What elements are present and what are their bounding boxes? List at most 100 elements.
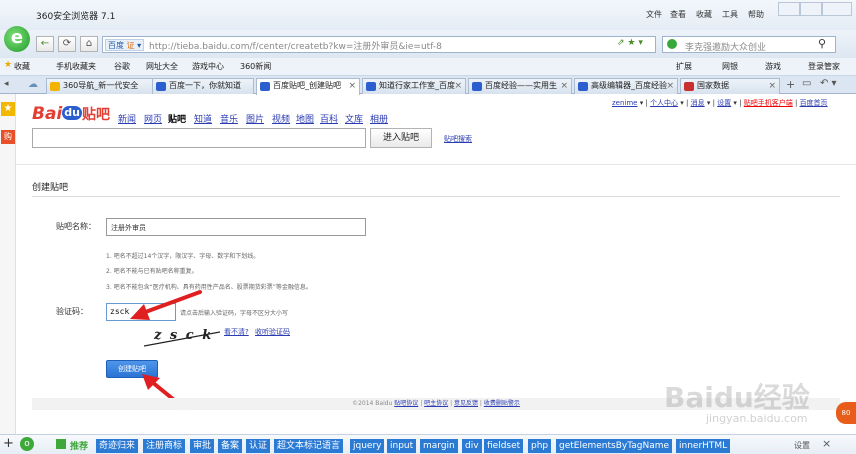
nav-map[interactable]: 地图 bbox=[296, 112, 314, 125]
settings-link[interactable]: 设置 bbox=[717, 99, 731, 107]
nav-music[interactable]: 音乐 bbox=[220, 112, 238, 125]
nav-video[interactable]: 视频 bbox=[272, 112, 290, 125]
menu-tools[interactable]: 工具 bbox=[722, 9, 738, 20]
status-tag[interactable]: innerHTML bbox=[676, 439, 731, 453]
username-link[interactable]: zenime bbox=[612, 99, 638, 107]
undo-close-icon[interactable]: ↶ ▾ bbox=[820, 78, 837, 89]
refresh-button[interactable]: ⟳ bbox=[58, 36, 76, 52]
captcha-refresh-link[interactable]: 看不清? bbox=[224, 327, 249, 337]
menu-help[interactable]: 帮助 bbox=[748, 9, 764, 20]
fav-item-games[interactable]: 游戏中心 bbox=[192, 61, 224, 72]
menu-view[interactable]: 查看 bbox=[670, 9, 686, 20]
footer-link-paid-delete[interactable]: 收费删贴警示 bbox=[484, 400, 520, 407]
tab-stats[interactable]: 国家数据 × bbox=[680, 78, 780, 94]
tab-scroll-left-icon[interactable]: ◂ bbox=[4, 79, 9, 89]
status-tag[interactable]: input bbox=[387, 439, 417, 453]
search-text[interactable]: 李克强邀励大众创业 bbox=[685, 40, 766, 53]
nav-album[interactable]: 相册 bbox=[370, 112, 388, 125]
tab-list-icon[interactable]: ▭ bbox=[802, 78, 811, 89]
status-settings[interactable]: 设置 bbox=[794, 440, 810, 451]
window-maximize-button[interactable] bbox=[800, 2, 822, 16]
back-button[interactable]: ← bbox=[36, 36, 54, 52]
address-url[interactable]: http://tieba.baidu.com/f/center/createtb… bbox=[149, 39, 442, 52]
recommend-icon bbox=[56, 439, 66, 449]
window-minimize-button[interactable] bbox=[778, 2, 800, 16]
baidu-home-link[interactable]: 百度首页 bbox=[800, 99, 828, 107]
fav-item-mobile[interactable]: 手机收藏夹 bbox=[56, 61, 96, 72]
page-action-icons[interactable]: ⇗ ★ ▾ bbox=[617, 38, 643, 48]
footer-link-agreement[interactable]: 贴吧协议 bbox=[394, 400, 418, 407]
mobile-client-link[interactable]: 贴吧手机客户端 bbox=[744, 99, 793, 107]
status-tag[interactable]: 注册商标 bbox=[143, 439, 186, 453]
status-close-icon[interactable]: × bbox=[822, 437, 831, 450]
browser-nav-bar: ← ⟳ ⌂ 百度 证 ▾ http://tieba.baidu.com/f/ce… bbox=[0, 30, 856, 58]
enter-tieba-button[interactable]: 进入贴吧 bbox=[370, 128, 432, 148]
tab-360nav[interactable]: 360导航_新一代安全 bbox=[46, 78, 160, 94]
fav-item-360news[interactable]: 360新闻 bbox=[240, 61, 271, 72]
captcha-audio-link[interactable]: 收听验证码 bbox=[255, 327, 290, 337]
nav-zhidao[interactable]: 知道 bbox=[194, 112, 212, 125]
tab-close-icon[interactable]: × bbox=[666, 79, 674, 93]
tab-create-tieba[interactable]: 百度贴吧_创建贴吧 × bbox=[256, 78, 360, 95]
fav-right-bank[interactable]: 网银 bbox=[722, 61, 738, 72]
nav-wenku[interactable]: 文库 bbox=[345, 112, 363, 125]
section-divider bbox=[32, 196, 840, 197]
status-tag[interactable]: 认证 bbox=[246, 439, 271, 453]
tab-close-icon[interactable]: × bbox=[454, 79, 462, 93]
nav-images[interactable]: 图片 bbox=[246, 112, 264, 125]
captcha-image[interactable]: z s c k bbox=[144, 320, 220, 350]
footer-link-feedback[interactable]: 意见反馈 bbox=[454, 400, 478, 407]
status-tag[interactable]: 审批 bbox=[190, 439, 215, 453]
status-tag[interactable]: 超文本标记语言 bbox=[274, 439, 344, 453]
search-icon[interactable]: ⚲ bbox=[818, 37, 826, 50]
tab-jingyan[interactable]: 百度经验——实用生 × bbox=[468, 78, 572, 94]
profile-link[interactable]: 个人中心 bbox=[650, 99, 678, 107]
sidebar-shop-icon[interactable]: 购 bbox=[1, 130, 15, 144]
nav-web[interactable]: 网页 bbox=[144, 112, 162, 125]
tab-close-icon[interactable]: × bbox=[560, 79, 568, 93]
tieba-name-value: 注册外审员 bbox=[111, 224, 146, 232]
fav-item-collect[interactable]: 收藏 bbox=[14, 61, 30, 72]
nav-news[interactable]: 新闻 bbox=[118, 112, 136, 125]
status-tag[interactable]: fieldset bbox=[484, 439, 524, 453]
tab-close-icon[interactable]: × bbox=[348, 79, 356, 93]
status-tag[interactable]: margin bbox=[420, 439, 458, 453]
menu-file[interactable]: 文件 bbox=[646, 9, 662, 20]
fav-right-games[interactable]: 游戏 bbox=[765, 61, 781, 72]
search-engine-icon[interactable] bbox=[667, 39, 677, 49]
search-box[interactable]: 李克强邀励大众创业 bbox=[662, 36, 836, 53]
fav-right-login[interactable]: 登录管家 bbox=[808, 61, 840, 72]
floating-widget-icon[interactable]: 80 bbox=[836, 402, 856, 424]
tieba-search-link[interactable]: 贴吧搜索 bbox=[444, 134, 472, 144]
home-button[interactable]: ⌂ bbox=[80, 36, 98, 52]
status-tag[interactable]: div bbox=[462, 439, 482, 453]
menu-favorites[interactable]: 收藏 bbox=[696, 9, 712, 20]
messages-link[interactable]: 消息 bbox=[691, 99, 705, 107]
nav-tieba[interactable]: 贴吧 bbox=[168, 112, 186, 125]
cloud-icon[interactable]: ☁ bbox=[28, 79, 38, 90]
footer-link-owner[interactable]: 吧主协议 bbox=[424, 400, 448, 407]
fav-item-google[interactable]: 谷歌 bbox=[114, 61, 130, 72]
fav-item-daquan[interactable]: 网址大全 bbox=[146, 61, 178, 72]
fav-right-extensions[interactable]: 扩展 bbox=[676, 61, 692, 72]
status-tag[interactable]: 奇迹归来 bbox=[96, 439, 139, 453]
tab-editor[interactable]: 高级编辑器_百度经验 × bbox=[574, 78, 678, 94]
tab-zhidao[interactable]: 知道行家工作室_百度 × bbox=[362, 78, 466, 94]
status-tag[interactable]: 备案 bbox=[218, 439, 243, 453]
sidebar-favorites-icon[interactable]: ★ bbox=[1, 102, 15, 116]
tab-close-icon[interactable]: × bbox=[768, 79, 776, 93]
window-close-button[interactable] bbox=[822, 2, 852, 16]
status-tag[interactable]: getElementsByTagName bbox=[556, 439, 673, 453]
status-tag[interactable]: php bbox=[528, 439, 552, 453]
add-icon[interactable]: + bbox=[3, 436, 14, 451]
tab-baidu[interactable]: 百度一下，你就知道 bbox=[152, 78, 254, 94]
address-bar[interactable]: 百度 证 ▾ http://tieba.baidu.com/f/center/c… bbox=[102, 36, 656, 53]
nav-baike[interactable]: 百科 bbox=[320, 112, 338, 125]
favorites-bar: ★ 收藏 手机收藏夹 谷歌 网址大全 游戏中心 360新闻 扩展 网银 游戏 登… bbox=[0, 58, 856, 76]
status-o-icon[interactable]: o bbox=[20, 437, 34, 451]
new-tab-button[interactable]: + bbox=[786, 78, 795, 91]
tieba-search-input[interactable] bbox=[32, 128, 366, 148]
baidu-tieba-logo[interactable]: Bai du 贴吧 bbox=[32, 104, 110, 126]
tieba-name-input[interactable]: 注册外审员 bbox=[106, 218, 366, 236]
status-tag[interactable]: jquery bbox=[350, 439, 385, 453]
